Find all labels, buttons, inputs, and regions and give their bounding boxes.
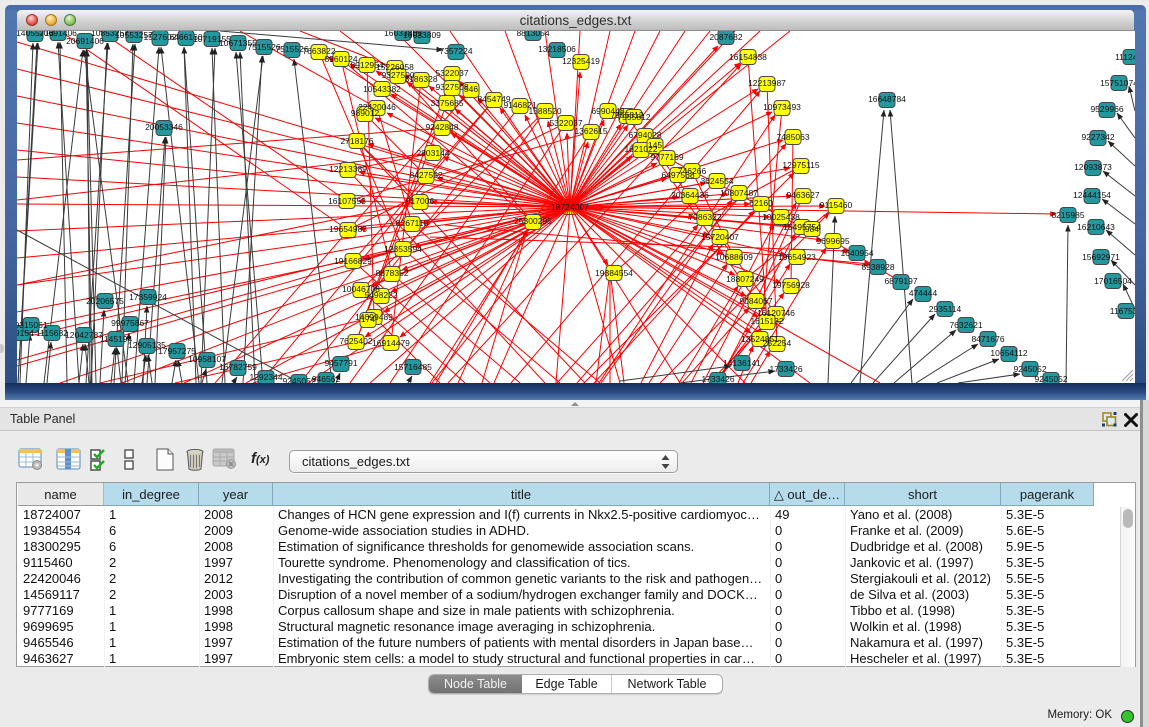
svg-text:1615132: 1615132 xyxy=(750,316,783,326)
svg-text:252254: 252254 xyxy=(763,338,792,348)
svg-text:8471676: 8471676 xyxy=(971,334,1004,344)
svg-text:3375685: 3375685 xyxy=(430,98,463,108)
svg-text:15716485: 15716485 xyxy=(394,362,432,372)
svg-text:16107553: 16107553 xyxy=(328,196,366,206)
svg-text:20053346: 20053346 xyxy=(145,122,183,132)
svg-text:16210643: 16210643 xyxy=(1077,222,1115,232)
svg-text:989012: 989012 xyxy=(351,108,380,118)
svg-text:18724007: 18724007 xyxy=(551,202,589,212)
svg-text:2803144: 2803144 xyxy=(416,148,449,158)
svg-text:15751074: 15751074 xyxy=(1100,78,1135,88)
svg-text:16154838: 16154838 xyxy=(729,52,767,62)
svg-text:10025438: 10025438 xyxy=(762,212,800,222)
svg-text:8215985: 8215985 xyxy=(1051,210,1084,220)
svg-text:10654112: 10654112 xyxy=(990,348,1027,358)
svg-text:9699695: 9699695 xyxy=(816,236,849,246)
svg-text:1362615: 1362615 xyxy=(574,126,607,136)
svg-text:1292344: 1292344 xyxy=(249,372,282,382)
svg-text:7357224: 7357224 xyxy=(439,46,472,56)
svg-text:10973493: 10973493 xyxy=(763,102,801,112)
svg-text:9115460: 9115460 xyxy=(820,200,853,210)
svg-text:5498222: 5498222 xyxy=(364,290,397,300)
svg-text:546: 546 xyxy=(464,84,478,94)
svg-text:8186328: 8186328 xyxy=(404,74,437,84)
svg-text:1112481: 1112481 xyxy=(1115,52,1135,62)
svg-text:7986322: 7986322 xyxy=(688,212,721,222)
svg-text:12444154: 12444154 xyxy=(1073,190,1111,200)
svg-text:19384554: 19384554 xyxy=(595,268,633,278)
svg-text:20364436: 20364436 xyxy=(671,190,709,200)
svg-text:16033809: 16033809 xyxy=(403,31,441,40)
svg-text:1115682: 1115682 xyxy=(36,328,68,338)
svg-text:12213389: 12213389 xyxy=(329,164,367,174)
svg-text:18807249: 18807249 xyxy=(726,274,764,284)
svg-text:7485063: 7485063 xyxy=(776,132,809,142)
svg-text:12042787: 12042787 xyxy=(65,330,103,340)
svg-text:9457791: 9457791 xyxy=(324,358,357,368)
svg-text:7632621: 7632621 xyxy=(949,320,982,330)
svg-text:12975115: 12975115 xyxy=(782,160,819,170)
svg-text:15720407: 15720407 xyxy=(701,232,739,242)
svg-text:8267110: 8267110 xyxy=(396,218,429,228)
svg-text:1588520: 1588520 xyxy=(528,106,561,116)
svg-text:10543382: 10543382 xyxy=(363,84,401,94)
svg-text:8813054: 8813054 xyxy=(516,31,549,38)
svg-text:5322037: 5322037 xyxy=(435,68,468,78)
svg-text:9777169: 9777169 xyxy=(650,152,683,162)
svg-text:474444: 474444 xyxy=(909,288,938,298)
svg-text:12213987: 12213987 xyxy=(748,78,786,88)
svg-text:6794028: 6794028 xyxy=(628,130,661,140)
svg-text:6879197: 6879197 xyxy=(884,276,917,286)
svg-text:1167533: 1167533 xyxy=(1110,306,1135,316)
svg-text:984: 984 xyxy=(805,224,819,234)
svg-text:7625402: 7625402 xyxy=(339,336,372,346)
svg-text:946562: 946562 xyxy=(312,374,341,383)
svg-text:917006: 917006 xyxy=(406,196,435,206)
svg-text:10807487: 10807487 xyxy=(720,188,758,198)
svg-text:19756928: 19756928 xyxy=(772,280,810,290)
svg-text:15692971: 15692971 xyxy=(1082,252,1120,262)
svg-text:12353594: 12353594 xyxy=(384,244,422,254)
svg-text:1733426: 1733426 xyxy=(701,374,734,383)
svg-text:10688609: 10688609 xyxy=(715,252,753,262)
svg-text:9529966: 9529966 xyxy=(1090,104,1123,114)
svg-text:9245052: 9245052 xyxy=(1013,364,1046,374)
svg-text:7955812: 7955812 xyxy=(617,112,650,122)
svg-text:8427552: 8427552 xyxy=(409,170,442,180)
svg-text:17359924: 17359924 xyxy=(129,292,167,302)
svg-text:19654983: 19654983 xyxy=(329,224,367,234)
svg-text:17016504: 17016504 xyxy=(1094,276,1132,286)
svg-text:3624554: 3624554 xyxy=(700,176,733,186)
svg-text:16914479: 16914479 xyxy=(372,338,410,348)
svg-text:12325419: 12325419 xyxy=(562,56,600,66)
svg-text:13218506: 13218506 xyxy=(538,44,576,54)
svg-text:2935114: 2935114 xyxy=(929,304,962,314)
svg-text:1640954: 1640954 xyxy=(840,248,873,258)
svg-text:9245052: 9245052 xyxy=(1034,374,1067,383)
svg-text:145: 145 xyxy=(648,140,662,150)
svg-text:19166829: 19166829 xyxy=(334,256,372,266)
svg-text:9227342: 9227342 xyxy=(1081,132,1114,142)
svg-text:19654923: 19654923 xyxy=(778,252,816,262)
svg-text:6497568: 6497568 xyxy=(661,170,694,180)
svg-text:174: 174 xyxy=(361,314,375,324)
svg-text:20206575: 20206575 xyxy=(86,296,124,306)
svg-text:16648784: 16648784 xyxy=(868,94,906,104)
svg-text:25300295: 25300295 xyxy=(514,216,552,226)
svg-text:16782759: 16782759 xyxy=(219,362,257,372)
svg-text:8878352: 8878352 xyxy=(375,268,408,278)
svg-text:1733426: 1733426 xyxy=(769,364,802,374)
svg-text:9463627: 9463627 xyxy=(786,190,819,200)
svg-text:9245052: 9245052 xyxy=(282,376,315,383)
svg-text:8938928: 8938928 xyxy=(861,262,894,272)
svg-text:9084067: 9084067 xyxy=(739,296,772,306)
svg-text:2718176: 2718176 xyxy=(340,136,373,146)
svg-text:99975867: 99975867 xyxy=(111,318,149,328)
svg-text:14136141: 14136141 xyxy=(723,358,761,368)
svg-text:62160: 62160 xyxy=(749,198,773,208)
svg-text:2087682: 2087682 xyxy=(709,32,742,42)
svg-text:9242848: 9242848 xyxy=(425,122,458,132)
svg-text:12093873: 12093873 xyxy=(1074,162,1112,172)
